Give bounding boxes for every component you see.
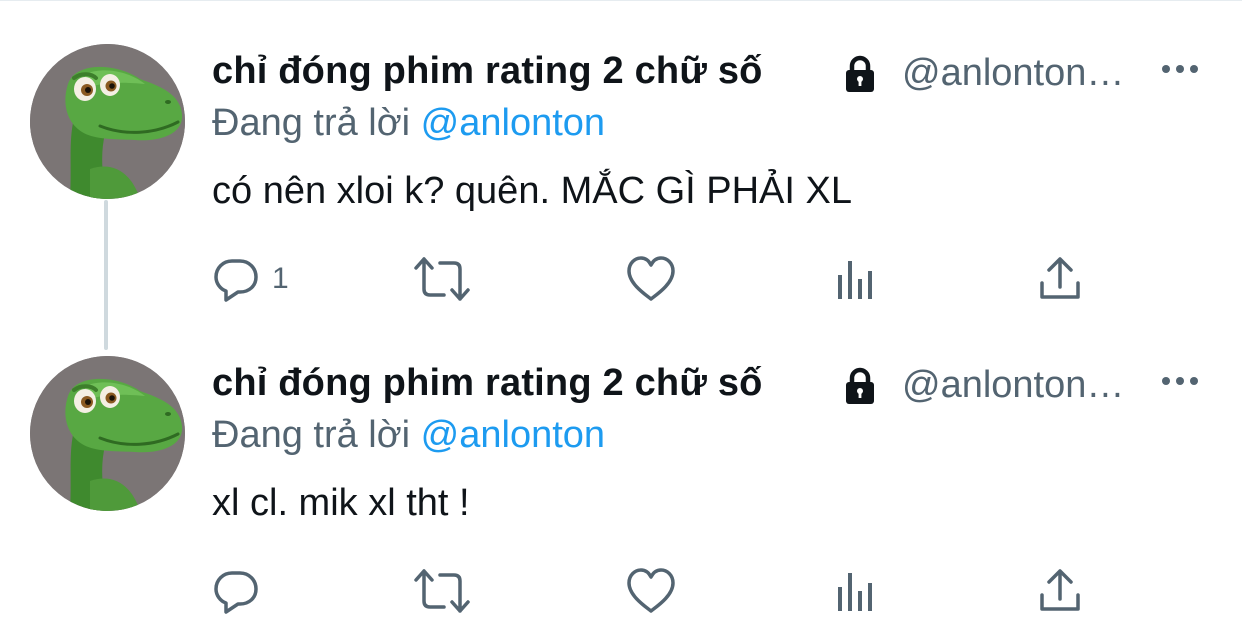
handle[interactable]: @anlonton… [902, 52, 1124, 95]
reply-count: 1 [272, 262, 289, 295]
tweet-text: có nên xloi k? quên. MẮC GÌ PHẢI XL [212, 170, 852, 212]
share-icon [1040, 569, 1080, 611]
tweet-text: xl cl. mik xl tht ! [212, 482, 470, 524]
lock-icon [846, 55, 874, 92]
like-button[interactable] [626, 566, 676, 616]
avatar-dinosaur-image [30, 356, 185, 511]
display-name[interactable]: chỉ đóng phim rating 2 chữ số [212, 362, 763, 405]
tweet-header: chỉ đóng phim rating 2 chữ số @anlonton… [212, 44, 1212, 100]
more-icon[interactable] [1158, 54, 1202, 84]
retweet-icon [414, 257, 470, 301]
share-button[interactable] [1038, 254, 1082, 304]
analytics-button[interactable] [834, 566, 878, 616]
replying-mention-link[interactable]: @anlonton [421, 102, 605, 144]
tweet-header: chỉ đóng phim rating 2 chữ số @anlonton… [212, 356, 1212, 412]
tweet[interactable]: chỉ đóng phim rating 2 chữ số @anlonton…… [0, 356, 1242, 632]
analytics-icon [838, 573, 872, 611]
replying-to: Đang trả lời @anlonton [212, 414, 605, 457]
retweet-button[interactable] [414, 254, 470, 304]
reply-button[interactable]: 1 [212, 254, 289, 304]
tweet-actions [212, 566, 1212, 616]
tweet[interactable]: chỉ đóng phim rating 2 chữ số @anlonton…… [0, 44, 1242, 324]
handle[interactable]: @anlonton… [902, 364, 1124, 407]
display-name[interactable]: chỉ đóng phim rating 2 chữ số [212, 50, 763, 93]
share-icon [1040, 257, 1080, 299]
analytics-icon [838, 261, 872, 299]
avatar-dinosaur-image [30, 44, 185, 199]
avatar[interactable] [30, 356, 185, 511]
replying-mention-link[interactable]: @anlonton [421, 414, 605, 456]
lock-icon [846, 367, 874, 404]
reply-icon [214, 571, 258, 614]
retweet-icon [414, 569, 470, 613]
heart-icon [627, 256, 675, 301]
replying-to: Đang trả lời @anlonton [212, 102, 605, 145]
replying-label: Đang trả lời [212, 102, 411, 144]
like-button[interactable] [626, 254, 676, 304]
share-button[interactable] [1038, 566, 1082, 616]
more-icon[interactable] [1158, 366, 1202, 396]
reply-icon [214, 259, 258, 302]
avatar[interactable] [30, 44, 185, 199]
replying-label: Đang trả lời [212, 414, 411, 456]
top-divider [0, 0, 1242, 1]
tweet-actions: 1 [212, 254, 1212, 304]
retweet-button[interactable] [414, 566, 470, 616]
reply-button[interactable] [212, 566, 272, 616]
heart-icon [627, 568, 675, 613]
analytics-button[interactable] [834, 254, 878, 304]
